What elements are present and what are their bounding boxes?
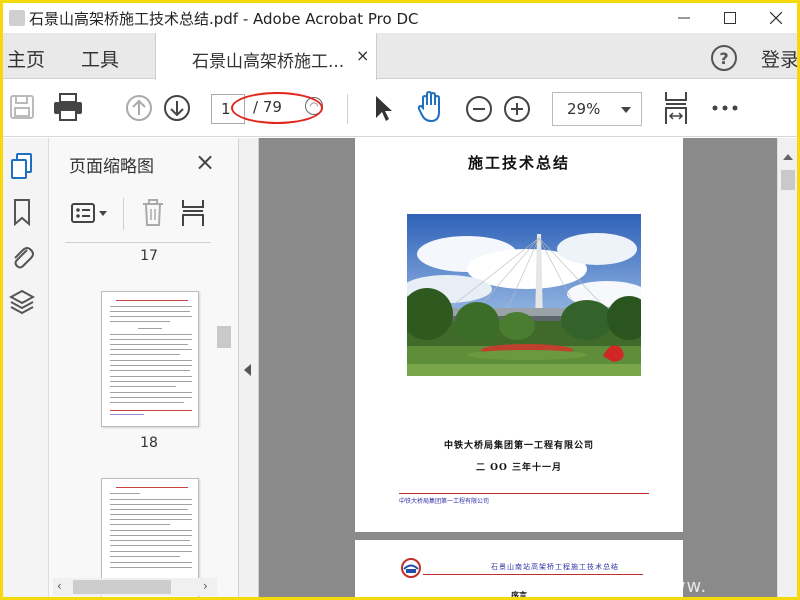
- bridge-photo: [407, 214, 641, 376]
- thumbnail-options-icon[interactable]: [71, 202, 109, 226]
- help-icon[interactable]: ?: [711, 45, 737, 71]
- page-header: 石景山南站高架桥工程施工技术总结: [491, 563, 619, 571]
- acrobat-app-icon: [9, 10, 25, 26]
- page-thumbnails-icon[interactable]: [9, 152, 35, 180]
- tab-bar: 主页 工具 石景山高架桥施工... × ? 登录: [3, 33, 797, 80]
- zoom-select[interactable]: 29%: [552, 92, 642, 126]
- close-panel-button[interactable]: ×: [195, 148, 215, 176]
- header-rule: [423, 574, 643, 575]
- tab-close-button[interactable]: ×: [356, 46, 369, 65]
- page-footer: 中铁大桥局集团第一工程有限公司: [399, 498, 490, 505]
- layers-icon[interactable]: [9, 288, 35, 316]
- panel-splitter[interactable]: [239, 138, 259, 597]
- close-icon: [770, 12, 782, 24]
- minimize-button[interactable]: [661, 3, 707, 33]
- scroll-up-icon[interactable]: [783, 154, 793, 160]
- window-title: 石景山高架桥施工技术总结.pdf - Adobe Acrobat Pro DC: [29, 10, 419, 28]
- red-annotation-oval: [231, 92, 323, 124]
- thumbnails-panel-title: 页面缩略图: [69, 157, 154, 177]
- previous-page-icon[interactable]: [125, 94, 153, 122]
- hand-tool-icon[interactable]: [417, 90, 445, 124]
- tab-home[interactable]: 主页: [7, 45, 45, 72]
- chevron-down-icon: [621, 107, 631, 113]
- bookmarks-icon[interactable]: [9, 198, 35, 226]
- document-scrollbar[interactable]: [777, 138, 797, 597]
- document-date: 二 OO 三年十一月: [476, 463, 562, 473]
- close-window-button[interactable]: [753, 3, 797, 33]
- tab-tools[interactable]: 工具: [81, 45, 119, 72]
- zoom-value: 29%: [567, 100, 601, 118]
- print-icon[interactable]: [53, 93, 83, 121]
- toolbar-divider: [347, 94, 348, 124]
- thumbnails-scrollbar[interactable]: [215, 248, 235, 568]
- thumbnail-page-number: 18: [140, 435, 158, 451]
- document-viewer[interactable]: 施工技术总结 中铁大桥局集团第一工程有限公司 二 OO 三年十一月 中铁大桥局集…: [259, 138, 777, 600]
- collapse-panel-icon[interactable]: [244, 364, 251, 376]
- extract-pages-icon[interactable]: [181, 198, 207, 228]
- next-page-icon[interactable]: [163, 94, 191, 122]
- company-logo-icon: [401, 558, 421, 578]
- tab-document[interactable]: 石景山高架桥施工... ×: [155, 33, 377, 80]
- maximize-icon: [724, 12, 736, 24]
- thumbnails-panel: 页面缩略图 × 17 18 ‹ ›: [49, 138, 239, 597]
- thumbnails-scroll-thumb[interactable]: [217, 326, 231, 348]
- document-page-2: 石景山南站高架桥工程施工技术总结 序言: [355, 540, 683, 600]
- footer-rule: [399, 493, 649, 494]
- more-options-icon[interactable]: [711, 104, 739, 112]
- minimize-icon: [678, 17, 690, 19]
- navigation-rail: [3, 138, 49, 597]
- panel-divider: [65, 242, 211, 243]
- zoom-in-icon[interactable]: [503, 95, 531, 123]
- maximize-button[interactable]: [707, 3, 753, 33]
- zoom-out-icon[interactable]: [465, 95, 493, 123]
- scroll-left-icon[interactable]: ‹: [57, 579, 62, 593]
- toolbar: 1 / 79 ◠ 29%: [3, 80, 797, 137]
- delete-page-icon[interactable]: [141, 198, 165, 228]
- login-button[interactable]: 登录: [761, 45, 797, 72]
- thumbnails-toolbar: [67, 194, 237, 234]
- fit-page-icon[interactable]: [663, 90, 689, 126]
- scroll-right-icon[interactable]: ›: [203, 579, 208, 593]
- select-cursor-icon[interactable]: [373, 94, 393, 122]
- page-title: 施工技术总结: [467, 154, 570, 172]
- toolbar-divider: [123, 198, 124, 230]
- thumbnails-horizontal-thumb[interactable]: [73, 580, 171, 594]
- title-bar: 石景山高架桥施工技术总结.pdf - Adobe Acrobat Pro DC: [3, 3, 797, 33]
- company-name: 中铁大桥局集团第一工程有限公司: [443, 441, 594, 451]
- thumbnail-page-number: 17: [140, 248, 158, 264]
- thumbnail-page[interactable]: [101, 291, 199, 427]
- app-window: 石景山高架桥施工技术总结.pdf - Adobe Acrobat Pro DC …: [0, 0, 800, 600]
- attachments-icon[interactable]: [9, 242, 35, 270]
- document-page-1: 施工技术总结 中铁大桥局集团第一工程有限公司 二 OO 三年十一月 中铁大桥局集…: [355, 138, 683, 532]
- tab-document-label: 石景山高架桥施工...: [192, 52, 345, 72]
- watermark-text: www.: [655, 576, 708, 597]
- document-scroll-thumb[interactable]: [781, 170, 795, 190]
- section-heading: 序言: [511, 590, 527, 600]
- save-icon[interactable]: [9, 94, 35, 120]
